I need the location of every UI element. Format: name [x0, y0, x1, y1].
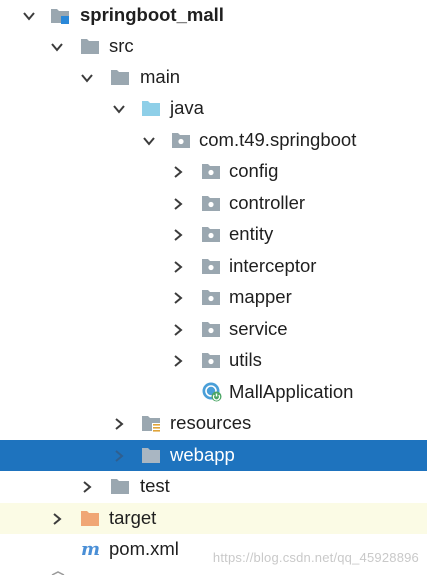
folder-icon — [142, 448, 160, 463]
tree-label-main: main — [140, 66, 181, 87]
tree-row-package[interactable]: com.t49.springboot — [0, 125, 427, 156]
tree-row-interceptor[interactable]: interceptor — [0, 251, 427, 282]
folder-icon — [81, 39, 99, 54]
partial-next-row — [51, 571, 65, 575]
tree-row-service[interactable]: service — [0, 314, 427, 345]
tree-row-main[interactable]: main — [0, 62, 427, 93]
tree-label-webapp: webapp — [170, 444, 235, 465]
excluded-folder-icon — [81, 511, 99, 526]
tree-row-java[interactable]: java — [0, 93, 427, 124]
watermark-text: https://blog.csdn.net/qq_45928896 — [212, 550, 419, 565]
package-icon — [202, 227, 220, 242]
tree-label-entity: entity — [229, 223, 274, 244]
source-folder-icon — [142, 101, 160, 116]
chevron-right-icon[interactable] — [171, 165, 185, 179]
chevron-right-icon[interactable] — [171, 197, 185, 211]
chevron-right-icon[interactable] — [80, 480, 94, 494]
package-icon — [202, 259, 220, 274]
package-icon — [202, 353, 220, 368]
module-folder-icon — [51, 9, 69, 24]
maven-file-icon: m — [81, 539, 100, 559]
chevron-right-icon[interactable] — [112, 417, 126, 431]
chevron-right-icon[interactable] — [171, 228, 185, 242]
tree-label-utils: utils — [229, 349, 262, 370]
spring-boot-class-icon — [202, 382, 222, 402]
tree-label-resources: resources — [170, 412, 252, 433]
tree-row-utils[interactable]: utils — [0, 345, 427, 376]
tree-label-interceptor: interceptor — [229, 255, 317, 276]
chevron-down-icon[interactable] — [80, 71, 94, 85]
tree-label-service: service — [229, 318, 288, 339]
tree-label-package: com.t49.springboot — [199, 129, 357, 150]
package-icon — [202, 196, 220, 211]
folder-icon — [111, 70, 129, 85]
tree-row-config[interactable]: config — [0, 156, 427, 187]
package-icon — [172, 133, 190, 148]
tree-row-entity[interactable]: entity — [0, 219, 427, 250]
tree-label-pom: pom.xml — [109, 538, 179, 559]
chevron-right-icon[interactable] — [50, 512, 64, 526]
tree-label-src: src — [109, 35, 134, 56]
chevron-right-icon[interactable] — [112, 449, 126, 463]
chevron-right-icon[interactable] — [171, 291, 185, 305]
chevron-down-icon[interactable] — [50, 40, 64, 54]
chevron-right-icon[interactable] — [171, 260, 185, 274]
svg-text:m: m — [81, 539, 100, 559]
chevron-right-icon[interactable] — [171, 323, 185, 337]
tree-label-config: config — [229, 160, 279, 181]
tree-row-controller[interactable]: controller — [0, 188, 427, 219]
tree-label-controller: controller — [229, 192, 306, 213]
chevron-down-icon[interactable] — [22, 9, 36, 23]
tree-label-root: springboot_mall — [80, 4, 224, 25]
package-icon — [202, 322, 220, 337]
package-icon — [202, 290, 220, 305]
tree-label-mapper: mapper — [229, 286, 292, 307]
tree-row-mall-application[interactable]: MallApplication — [0, 377, 427, 408]
tree-label-mall-application: MallApplication — [229, 381, 354, 402]
folder-icon — [111, 479, 129, 494]
resources-folder-icon — [142, 416, 160, 432]
tree-label-target: target — [109, 507, 157, 528]
tree-row-src[interactable]: src — [0, 31, 427, 62]
chevron-down-icon[interactable] — [112, 102, 126, 116]
chevron-down-icon[interactable] — [142, 134, 156, 148]
tree-row-webapp[interactable]: webapp — [0, 440, 427, 471]
tree-row-test[interactable]: test — [0, 471, 427, 502]
tree-row-root[interactable]: springboot_mall — [0, 0, 427, 31]
chevron-right-icon[interactable] — [171, 354, 185, 368]
tree-label-java: java — [170, 97, 204, 118]
tree-label-test: test — [140, 475, 170, 496]
package-icon — [202, 164, 220, 179]
tree-row-target[interactable]: target — [0, 503, 427, 534]
tree-row-mapper[interactable]: mapper — [0, 282, 427, 313]
tree-row-resources[interactable]: resources — [0, 408, 427, 439]
